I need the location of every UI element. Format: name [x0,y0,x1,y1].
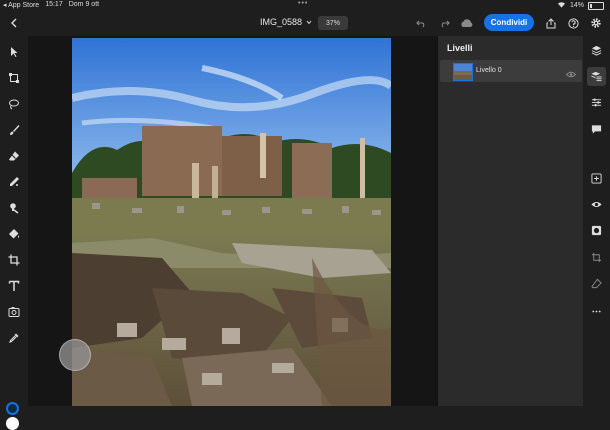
mask-icon[interactable] [587,221,606,240]
help-icon[interactable] [566,15,580,31]
top-toolbar: IMG_0588 37% Condividi [0,10,610,36]
paint-bucket-icon[interactable] [4,224,24,244]
background-color-swatch[interactable] [6,417,19,430]
share-button[interactable]: Condividi [484,14,534,31]
transform-icon[interactable] [4,68,24,88]
layer-name: Livello 0 [476,67,502,74]
crop-layer-icon[interactable] [587,248,606,267]
layer-thumbnail [453,63,473,81]
type-icon[interactable] [4,276,24,296]
more-icon[interactable] [587,302,606,321]
place-image-icon[interactable] [4,302,24,322]
status-time: 15:17 [45,1,63,8]
export-icon[interactable] [544,15,558,31]
clone-stamp-icon[interactable] [4,198,24,218]
canvas-area[interactable] [28,36,437,406]
wifi-icon [557,1,566,10]
layers-panel: Livelli Livello 0 [437,36,584,406]
comments-icon[interactable] [587,120,606,139]
layer-row[interactable]: Livello 0 [440,60,582,82]
undo-icon[interactable] [414,16,428,30]
roman-forum-photo [72,38,391,406]
photo-canvas[interactable] [72,38,391,406]
add-layer-icon[interactable] [587,169,606,188]
foreground-color-swatch[interactable] [6,402,19,415]
battery-percent: 14% [569,2,584,9]
status-date: Dom 9 ott [68,1,100,8]
redo-icon[interactable] [437,16,451,30]
multitasking-dots[interactable]: ••• [298,0,308,7]
document-title: IMG_0588 [260,17,303,27]
lasso-icon[interactable] [4,94,24,114]
document-title-dropdown[interactable]: IMG_0588 [260,17,312,27]
layer-properties-icon[interactable] [587,67,606,86]
select-arrow-icon[interactable] [4,42,24,62]
right-toolbar [583,36,610,406]
cloud-icon[interactable] [459,16,475,30]
zoom-level[interactable]: 37% [318,16,348,30]
eraser-icon[interactable] [4,146,24,166]
back-to-app-link[interactable]: ◂ App Store [3,1,39,9]
eyedropper-icon[interactable] [4,328,24,348]
adjustments-icon[interactable] [587,93,606,112]
layers-icon[interactable] [587,41,606,60]
crop-icon[interactable] [4,250,24,270]
status-bar: ◂ App Store 15:17 Dom 9 ott ••• 14% [0,0,610,10]
brush-icon[interactable] [4,120,24,140]
panel-title: Livelli [447,43,473,53]
left-toolbar [0,36,28,430]
settings-gear-icon[interactable] [588,15,604,31]
chevron-down-icon [306,17,312,27]
healing-icon[interactable] [4,172,24,192]
clear-icon[interactable] [587,274,606,293]
visibility-icon[interactable] [587,195,606,214]
battery-icon [588,1,604,10]
back-chevron-icon[interactable] [6,15,22,31]
eye-icon[interactable] [565,65,577,83]
touch-shortcut-button[interactable] [59,339,91,371]
